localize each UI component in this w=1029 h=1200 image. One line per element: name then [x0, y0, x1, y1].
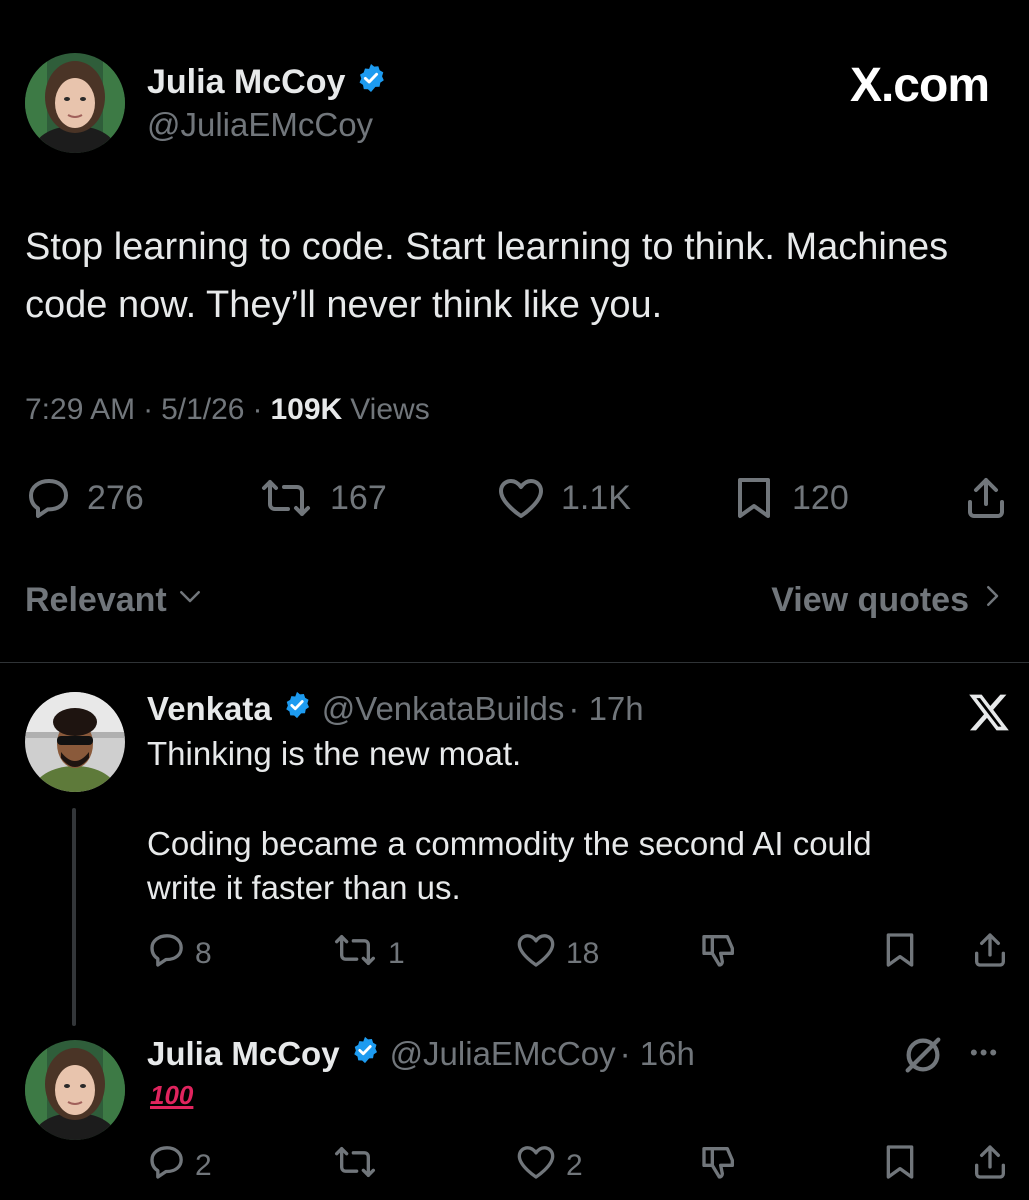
share-icon [970, 930, 1010, 978]
tweet-date[interactable]: 5/1/26 [161, 393, 244, 427]
views-label: Views [350, 393, 430, 426]
bookmark-icon [880, 930, 920, 978]
repost-button[interactable]: 167 [256, 474, 387, 522]
tweet-text-line: code now. They’ll never think like you. [25, 284, 663, 326]
like-count: 1.1K [561, 478, 631, 517]
author-name-text[interactable]: Julia McCoy [147, 63, 345, 102]
author-handle[interactable]: @JuliaEMcCoy [147, 106, 373, 144]
separator: · [143, 393, 154, 426]
tweet-meta: 7:29 AM · 5/1/26 · 109K Views [25, 393, 430, 427]
reply-text-line: Coding became a commodity the second AI … [147, 825, 872, 862]
tweet-time[interactable]: 7:29 AM [25, 393, 135, 427]
like-count: 2 [566, 1149, 583, 1182]
reply-button[interactable]: 2 [147, 1142, 212, 1190]
share-button[interactable] [962, 474, 1010, 522]
like-button[interactable]: 18 [514, 930, 599, 978]
more-options-icon[interactable]: ••• [970, 1040, 999, 1066]
verified-badge-icon [355, 62, 387, 103]
watermark: X.com [849, 59, 990, 112]
reply-text: Thinking is the new moat. Coding became … [147, 732, 872, 910]
heart-icon [514, 1142, 558, 1190]
repost-icon [256, 474, 316, 522]
share-button[interactable] [970, 930, 1010, 978]
share-icon [970, 1142, 1010, 1190]
reply-time[interactable]: · 17h [568, 690, 643, 728]
bookmark-button[interactable]: 120 [730, 474, 849, 522]
sort-dropdown[interactable]: Relevant [25, 581, 205, 620]
separator: · [252, 393, 263, 426]
emoji-100: 100 [150, 1080, 194, 1110]
repost-icon [330, 930, 380, 978]
verified-badge-icon [282, 690, 312, 728]
thumbs-down-icon [697, 1142, 741, 1190]
bookmark-icon [880, 1142, 920, 1190]
downvote-button[interactable] [697, 1142, 741, 1190]
reply-button[interactable]: 8 [147, 930, 212, 978]
share-button[interactable] [970, 1142, 1010, 1190]
views-count: 109K [270, 393, 343, 426]
reply-icon [147, 1142, 187, 1190]
bookmark-button[interactable] [880, 1142, 920, 1190]
repost-button[interactable]: 1 [330, 930, 405, 978]
heart-icon [495, 474, 547, 522]
reply-header: Julia McCoy @JuliaEMcCoy · 16h [147, 1035, 695, 1073]
share-icon [962, 474, 1010, 522]
sort-label: Relevant [25, 581, 167, 619]
tweet-text: Stop learning to code. Start learning to… [25, 218, 1015, 334]
like-button[interactable]: 2 [514, 1142, 583, 1190]
bookmark-count: 120 [792, 478, 849, 517]
reply-text-line: write it faster than us. [147, 869, 461, 906]
reply-count: 2 [195, 1149, 212, 1182]
reply-icon [25, 474, 73, 522]
repost-count: 167 [330, 478, 387, 517]
reply-handle[interactable]: @JuliaEMcCoy [390, 1035, 616, 1073]
reply-handle[interactable]: @VenkataBuilds [322, 690, 565, 728]
like-count: 18 [566, 937, 600, 970]
divider [0, 662, 1029, 663]
tweet-text-line: Stop learning to code. Start learning to… [25, 226, 949, 268]
repost-icon [330, 1142, 380, 1190]
reply-time[interactable]: · 16h [620, 1035, 695, 1073]
thumbs-down-icon [697, 930, 741, 978]
reply-avatar[interactable] [25, 1040, 125, 1140]
thread-line [72, 808, 76, 1026]
reply-count: 8 [195, 937, 212, 970]
x-logo-icon [966, 690, 1012, 739]
reply-author-name[interactable]: Venkata [147, 690, 272, 728]
grok-icon[interactable] [900, 1032, 946, 1083]
view-quotes-link[interactable]: View quotes [771, 581, 1007, 620]
reply-text-line: Thinking is the new moat. [147, 735, 522, 772]
reply-button[interactable]: 276 [25, 474, 144, 522]
downvote-button[interactable] [697, 930, 741, 978]
reply-header: Venkata @VenkataBuilds · 17h [147, 690, 644, 728]
bookmark-icon [730, 474, 778, 522]
bookmark-button[interactable] [880, 930, 920, 978]
view-quotes-label: View quotes [771, 581, 969, 619]
verified-badge-icon [350, 1035, 380, 1073]
reply-avatar[interactable] [25, 692, 125, 792]
repost-count: 1 [388, 937, 405, 970]
chevron-right-icon [977, 581, 1007, 620]
author-name[interactable]: Julia McCoy [147, 62, 387, 103]
author-avatar[interactable] [25, 53, 125, 153]
reply-author-name[interactable]: Julia McCoy [147, 1035, 340, 1073]
reply-count: 276 [87, 478, 144, 517]
reply-icon [147, 930, 187, 978]
like-button[interactable]: 1.1K [495, 474, 631, 522]
chevron-down-icon [175, 581, 205, 620]
heart-icon [514, 930, 558, 978]
repost-button[interactable] [330, 1142, 380, 1190]
